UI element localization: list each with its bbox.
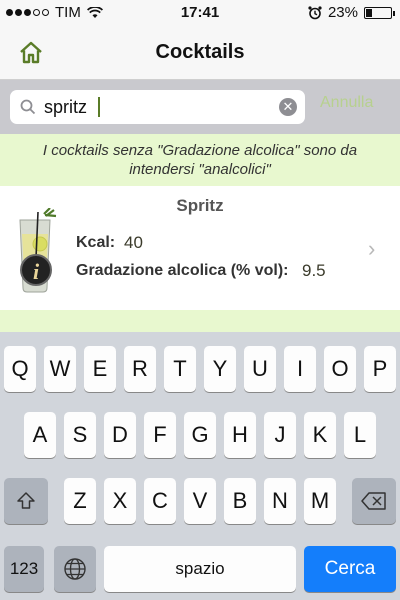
status-bar: TIM 17:41 23% xyxy=(0,0,400,26)
search-input[interactable] xyxy=(44,94,269,120)
battery-icon xyxy=(364,6,395,19)
kcal-row: Kcal: 40 xyxy=(76,233,143,252)
abv-value: 9.5 xyxy=(302,261,326,280)
key-v[interactable]: V xyxy=(184,478,216,524)
battery-fill xyxy=(366,8,372,17)
globe-icon xyxy=(64,558,86,580)
info-icon: i xyxy=(20,254,52,286)
backspace-icon xyxy=(361,492,386,510)
space-key[interactable]: spazio xyxy=(104,546,296,592)
text-cursor xyxy=(98,97,100,117)
key-o[interactable]: O xyxy=(324,346,356,392)
shift-key[interactable] xyxy=(4,478,48,524)
search-key[interactable]: Cerca xyxy=(304,546,396,592)
search-icon xyxy=(20,99,36,115)
chevron-right-icon: › xyxy=(368,236,376,261)
abv-label: Gradazione alcolica (% vol): xyxy=(76,262,289,279)
status-right: 23% xyxy=(308,4,395,21)
alarm-clock-icon xyxy=(308,5,322,19)
key-c[interactable]: C xyxy=(144,478,176,524)
key-x[interactable]: X xyxy=(104,478,136,524)
search-field[interactable]: ✕ xyxy=(10,90,305,124)
navigation-bar: Cocktails xyxy=(0,26,400,80)
battery-percent: 23% xyxy=(327,4,358,21)
key-s[interactable]: S xyxy=(64,412,96,458)
key-l[interactable]: L xyxy=(344,412,376,458)
cocktail-name: Spritz xyxy=(176,196,224,215)
key-t[interactable]: T xyxy=(164,346,196,392)
non-alcoholic-notice: I cocktails senza "Gradazione alcolica" … xyxy=(0,134,400,186)
key-h[interactable]: H xyxy=(224,412,256,458)
cocktail-list-item[interactable]: Spritz i Kcal: 40 Gradazione alcolica (%… xyxy=(0,186,400,310)
key-a[interactable]: A xyxy=(24,412,56,458)
numbers-key[interactable]: 123 xyxy=(4,546,44,592)
key-g[interactable]: G xyxy=(184,412,216,458)
shift-icon xyxy=(17,492,35,509)
key-m[interactable]: M xyxy=(304,478,336,524)
cancel-search-button[interactable]: Annulla xyxy=(320,94,373,112)
backspace-key[interactable] xyxy=(352,478,396,524)
abv-row: Gradazione alcolica (% vol): 9.5 xyxy=(76,261,326,280)
keyboard: Q W E R T Y U I O P A S D F G H J K L Z … xyxy=(0,332,400,600)
kcal-label: Kcal: xyxy=(76,234,116,251)
key-i[interactable]: I xyxy=(284,346,316,392)
key-f[interactable]: F xyxy=(144,412,176,458)
key-y[interactable]: Y xyxy=(204,346,236,392)
key-q[interactable]: Q xyxy=(4,346,36,392)
clear-search-button[interactable]: ✕ xyxy=(279,98,297,116)
key-p[interactable]: P xyxy=(364,346,396,392)
key-z[interactable]: Z xyxy=(64,478,96,524)
kcal-value: 40 xyxy=(124,233,143,252)
key-j[interactable]: J xyxy=(264,412,296,458)
key-r[interactable]: R xyxy=(124,346,156,392)
key-d[interactable]: D xyxy=(104,412,136,458)
globe-key[interactable] xyxy=(54,546,96,592)
list-footer xyxy=(0,310,400,332)
key-e[interactable]: E xyxy=(84,346,116,392)
key-b[interactable]: B xyxy=(224,478,256,524)
key-w[interactable]: W xyxy=(44,346,76,392)
key-k[interactable]: K xyxy=(304,412,336,458)
page-title: Cocktails xyxy=(155,41,245,63)
key-n[interactable]: N xyxy=(264,478,296,524)
key-u[interactable]: U xyxy=(244,346,276,392)
